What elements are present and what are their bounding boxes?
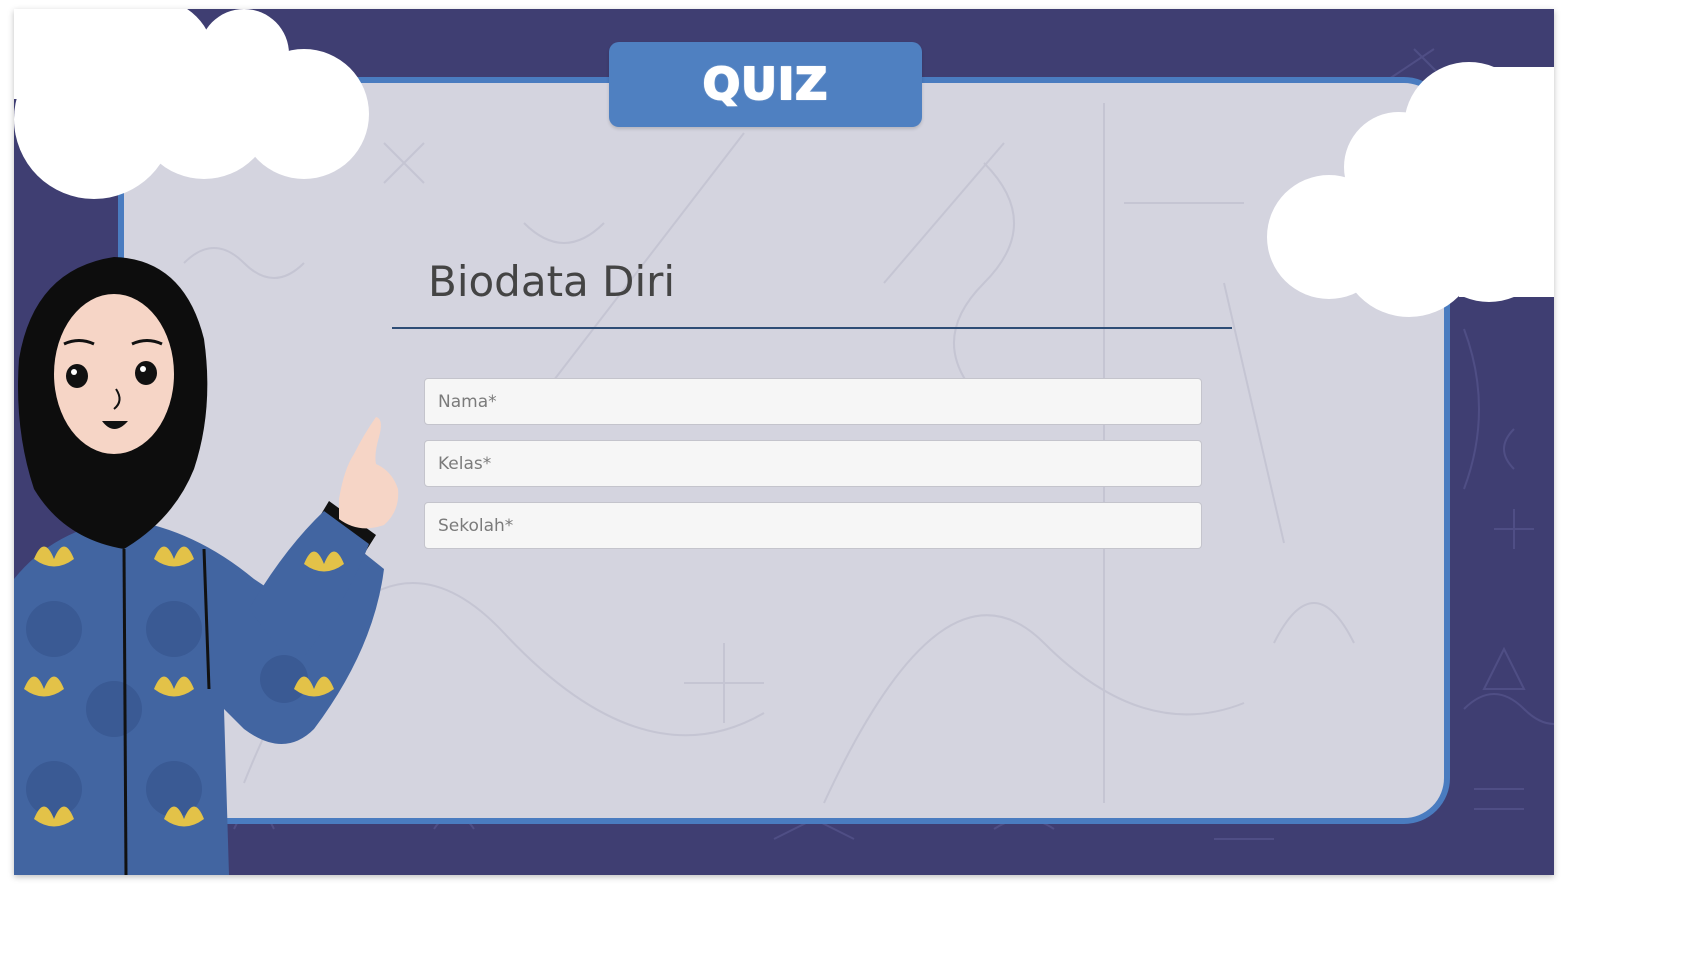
cloud-right-icon [1267,62,1554,317]
school-field[interactable] [424,502,1202,549]
quiz-header-tab: QUIZ [609,42,922,127]
title-divider [392,327,1232,329]
cloud-left-icon [14,9,369,199]
form-title: Biodata Diri [428,257,676,306]
quiz-stage: QUIZ Biodata Diri [14,9,1554,875]
teacher-character-icon [14,257,399,875]
class-field[interactable] [424,440,1202,487]
name-field[interactable] [424,378,1202,425]
quiz-title: QUIZ [702,58,829,111]
